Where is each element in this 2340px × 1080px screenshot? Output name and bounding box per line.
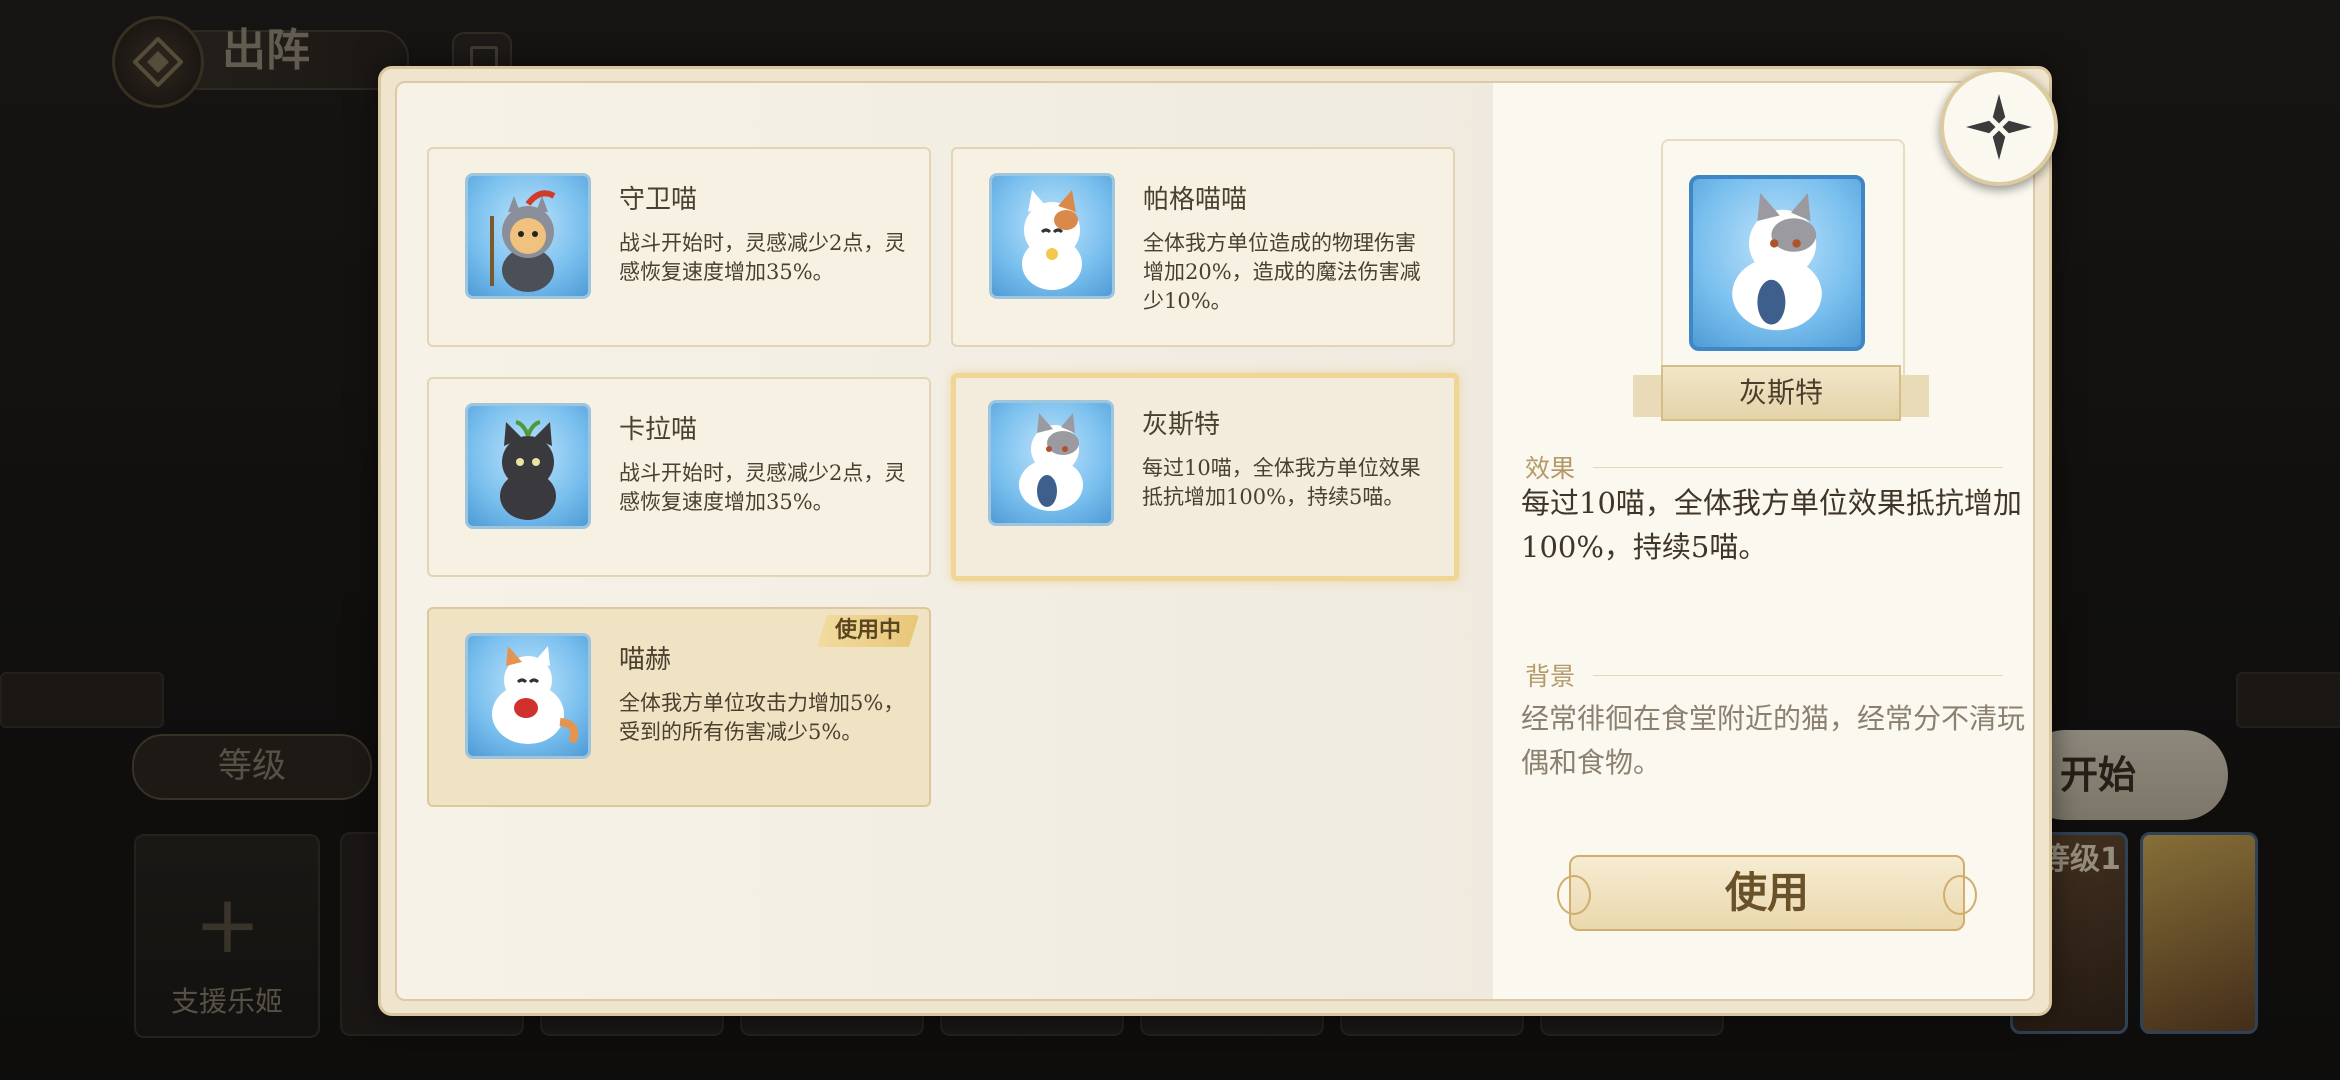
cat-description: 战斗开始时，灵感减少2点，灵感恢复速度增加35%。 (619, 231, 906, 284)
cat-detail-panel: 灰斯特 效果 每过10喵，全体我方单位效果抵抗增加100%，持续5喵。 背景 经… (1493, 83, 2033, 999)
cat-name: 帕格喵喵 (1143, 185, 1248, 215)
cat-description: 全体我方单位造成的物理伤害增加20%，造成的魔法伤害减少10%。 (1143, 231, 1421, 313)
calico-cat-icon (989, 173, 1115, 299)
cat-card-white-in-use[interactable]: 喵赫 全体我方单位攻击力增加5%，受到的所有伤害减少5%。 使用中 (427, 607, 931, 807)
background-text: 经常徘徊在食堂附近的猫，经常分不清玩偶和食物。 (1521, 702, 2026, 779)
effect-label: 效果 (1525, 454, 1576, 483)
cat-card-calico[interactable]: 帕格喵喵 全体我方单位造成的物理伤害增加20%，造成的魔法伤害减少10%。 (951, 147, 1455, 347)
cat-description: 每过10喵，全体我方单位效果抵抗增加100%，持续5喵。 (1142, 456, 1421, 509)
cat-name: 灰斯特 (1142, 410, 1221, 440)
in-use-badge: 使用中 (817, 615, 919, 647)
cat-name: 卡拉喵 (619, 415, 698, 445)
effect-divider (1593, 467, 2003, 468)
dialog-body: 守卫喵 战斗开始时，灵感减少2点，灵感恢复速度增加35%。 帕格喵喵 全体我方单… (395, 81, 2035, 1001)
guard-cat-icon (465, 173, 591, 299)
cat-description: 战斗开始时，灵感减少2点，灵感恢复速度增加35%。 (619, 461, 906, 514)
black-cat-icon (465, 403, 591, 529)
cat-card-black[interactable]: 卡拉喵 战斗开始时，灵感减少2点，灵感恢复速度增加35%。 (427, 377, 931, 577)
cat-description: 全体我方单位攻击力增加5%，受到的所有伤害减少5%。 (619, 691, 905, 744)
cat-name: 守卫喵 (619, 185, 698, 215)
cat-card-guard[interactable]: 守卫喵 战斗开始时，灵感减少2点，灵感恢复速度增加35%。 (427, 147, 931, 347)
effect-text: 每过10喵，全体我方单位效果抵抗增加100%，持续5喵。 (1521, 486, 2022, 564)
detail-cat-name: 灰斯特 (1661, 365, 1901, 421)
grey-cat-portrait-icon (1689, 175, 1865, 351)
background-label: 背景 (1525, 662, 1576, 691)
close-button[interactable] (1940, 68, 2058, 186)
background-divider (1593, 675, 2003, 676)
use-button[interactable]: 使用 (1557, 855, 1977, 931)
white-cat-icon (465, 633, 591, 759)
cat-card-grey-selected[interactable]: 灰斯特 每过10喵，全体我方单位效果抵抗增加100%，持续5喵。 (951, 373, 1459, 581)
cat-name: 喵赫 (619, 645, 672, 675)
grey-cat-icon (988, 400, 1114, 526)
cat-select-dialog: 守卫喵 战斗开始时，灵感减少2点，灵感恢复速度增加35%。 帕格喵喵 全体我方单… (378, 66, 2052, 1016)
close-icon (1966, 94, 2032, 160)
